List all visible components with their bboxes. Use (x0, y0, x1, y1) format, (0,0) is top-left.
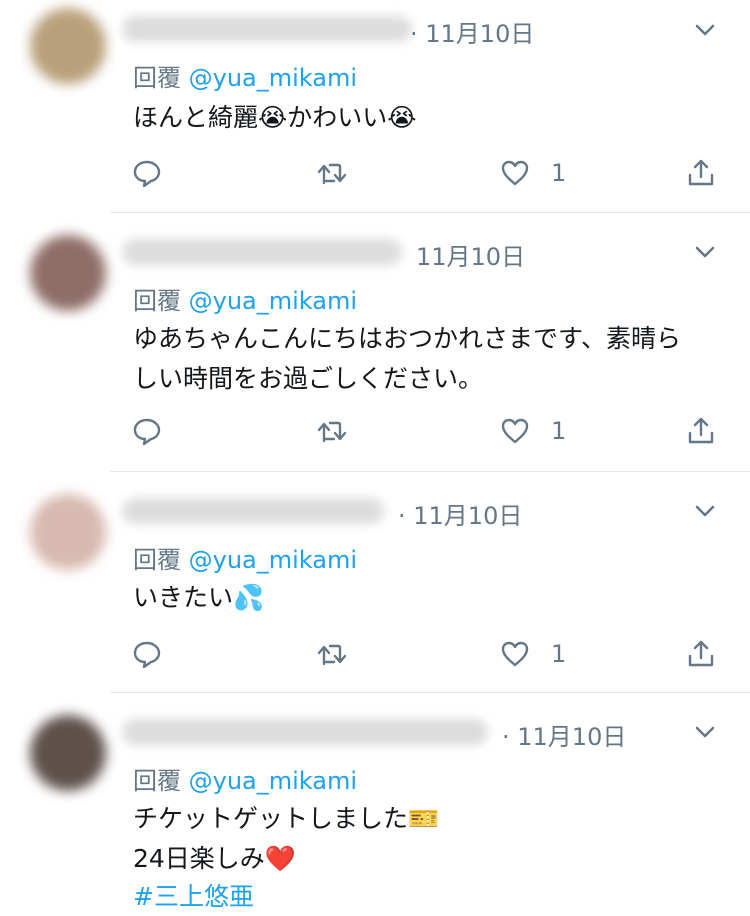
chevron-down-icon[interactable] (690, 496, 720, 526)
comment-icon (133, 160, 161, 188)
share-button[interactable] (685, 634, 717, 674)
like-count: 1 (551, 417, 567, 445)
reply-handle-link[interactable]: @yua_mikami (189, 546, 357, 574)
retweet-icon (317, 163, 347, 185)
tweet-actions: 1 (0, 411, 750, 451)
share-icon (688, 640, 714, 667)
reply-handle-link[interactable]: @yua_mikami (189, 287, 357, 315)
user-name-blurred[interactable] (122, 719, 488, 745)
tweet-text: いきたい💦 (133, 583, 265, 612)
reply-context: 回覆 @yua_mikami (133, 281, 357, 316)
like-count: 1 (551, 640, 567, 668)
reply-label: 回覆 (133, 767, 189, 795)
tweet-text: ゆあちゃんこんにちはおつかれさまです、素晴ら しい時間をお過ごしください。 (133, 324, 682, 393)
user-name-blurred[interactable] (122, 239, 402, 265)
retweet-button[interactable] (316, 153, 348, 193)
share-button[interactable] (685, 153, 717, 193)
retweet-icon (317, 644, 347, 666)
user-name-blurred[interactable] (122, 498, 384, 524)
like-button[interactable]: 1 (499, 153, 566, 193)
reply-button[interactable] (131, 411, 163, 451)
reply-label: 回覆 (133, 546, 189, 574)
like-count: 1 (551, 159, 567, 187)
like-button[interactable]: 1 (499, 634, 566, 674)
reply-context: 回覆 @yua_mikami (133, 540, 357, 575)
heart-icon (501, 641, 529, 667)
reply-context: 回覆 @yua_mikami (133, 761, 357, 796)
retweet-button[interactable] (316, 634, 348, 674)
reply-handle-link[interactable]: @yua_mikami (189, 64, 357, 92)
avatar[interactable] (30, 8, 106, 84)
avatar[interactable] (30, 235, 106, 311)
heart-icon (501, 160, 529, 186)
avatar[interactable] (30, 715, 106, 791)
like-button[interactable]: 1 (499, 411, 566, 451)
comment-icon (133, 641, 161, 669)
chevron-down-icon[interactable] (690, 15, 720, 45)
comment-icon (133, 418, 161, 446)
share-icon (688, 417, 714, 444)
reply-handle-link[interactable]: @yua_mikami (189, 767, 357, 795)
reply-label: 回覆 (133, 64, 189, 92)
share-button[interactable] (685, 411, 717, 451)
heart-icon (501, 418, 529, 444)
reply-label: 回覆 (133, 287, 189, 315)
tweet-text: ほんと綺麗😭かわいい😭 (133, 103, 417, 132)
reply-button[interactable] (131, 153, 163, 193)
chevron-down-icon[interactable] (690, 717, 720, 747)
reply-button[interactable] (131, 634, 163, 674)
tweet-date[interactable]: 11月10日 (416, 237, 525, 272)
tweet[interactable]: · 11月10日 回覆 @yua_mikami チケットゲットしました🎫 24日… (0, 693, 750, 916)
tweet-actions: 1 (0, 634, 750, 674)
share-icon (688, 159, 714, 186)
retweet-icon (317, 421, 347, 443)
tweet[interactable]: 11月10日 回覆 @yua_mikami ゆあちゃんこんにちはおつかれさまです… (0, 213, 750, 471)
tweet-date[interactable]: · 11月10日 (410, 14, 534, 49)
reply-context: 回覆 @yua_mikami (133, 58, 357, 93)
chevron-down-icon[interactable] (690, 237, 720, 267)
tweet-text: チケットゲットしました🎫 24日楽しみ❤️ (133, 804, 440, 873)
hashtag-link[interactable]: #三上悠亜 (133, 877, 254, 913)
user-name-blurred[interactable] (122, 16, 412, 42)
tweet-actions: 1 (0, 153, 750, 193)
tweet-date[interactable]: · 11月10日 (398, 496, 522, 531)
tweet-date[interactable]: · 11月10日 (502, 717, 626, 752)
tweet[interactable]: · 11月10日 回覆 @yua_mikami ほんと綺麗😭かわいい😭 1 (0, 0, 750, 212)
tweet[interactable]: · 11月10日 回覆 @yua_mikami いきたい💦 1 (0, 472, 750, 692)
retweet-button[interactable] (316, 411, 348, 451)
avatar[interactable] (30, 494, 106, 570)
